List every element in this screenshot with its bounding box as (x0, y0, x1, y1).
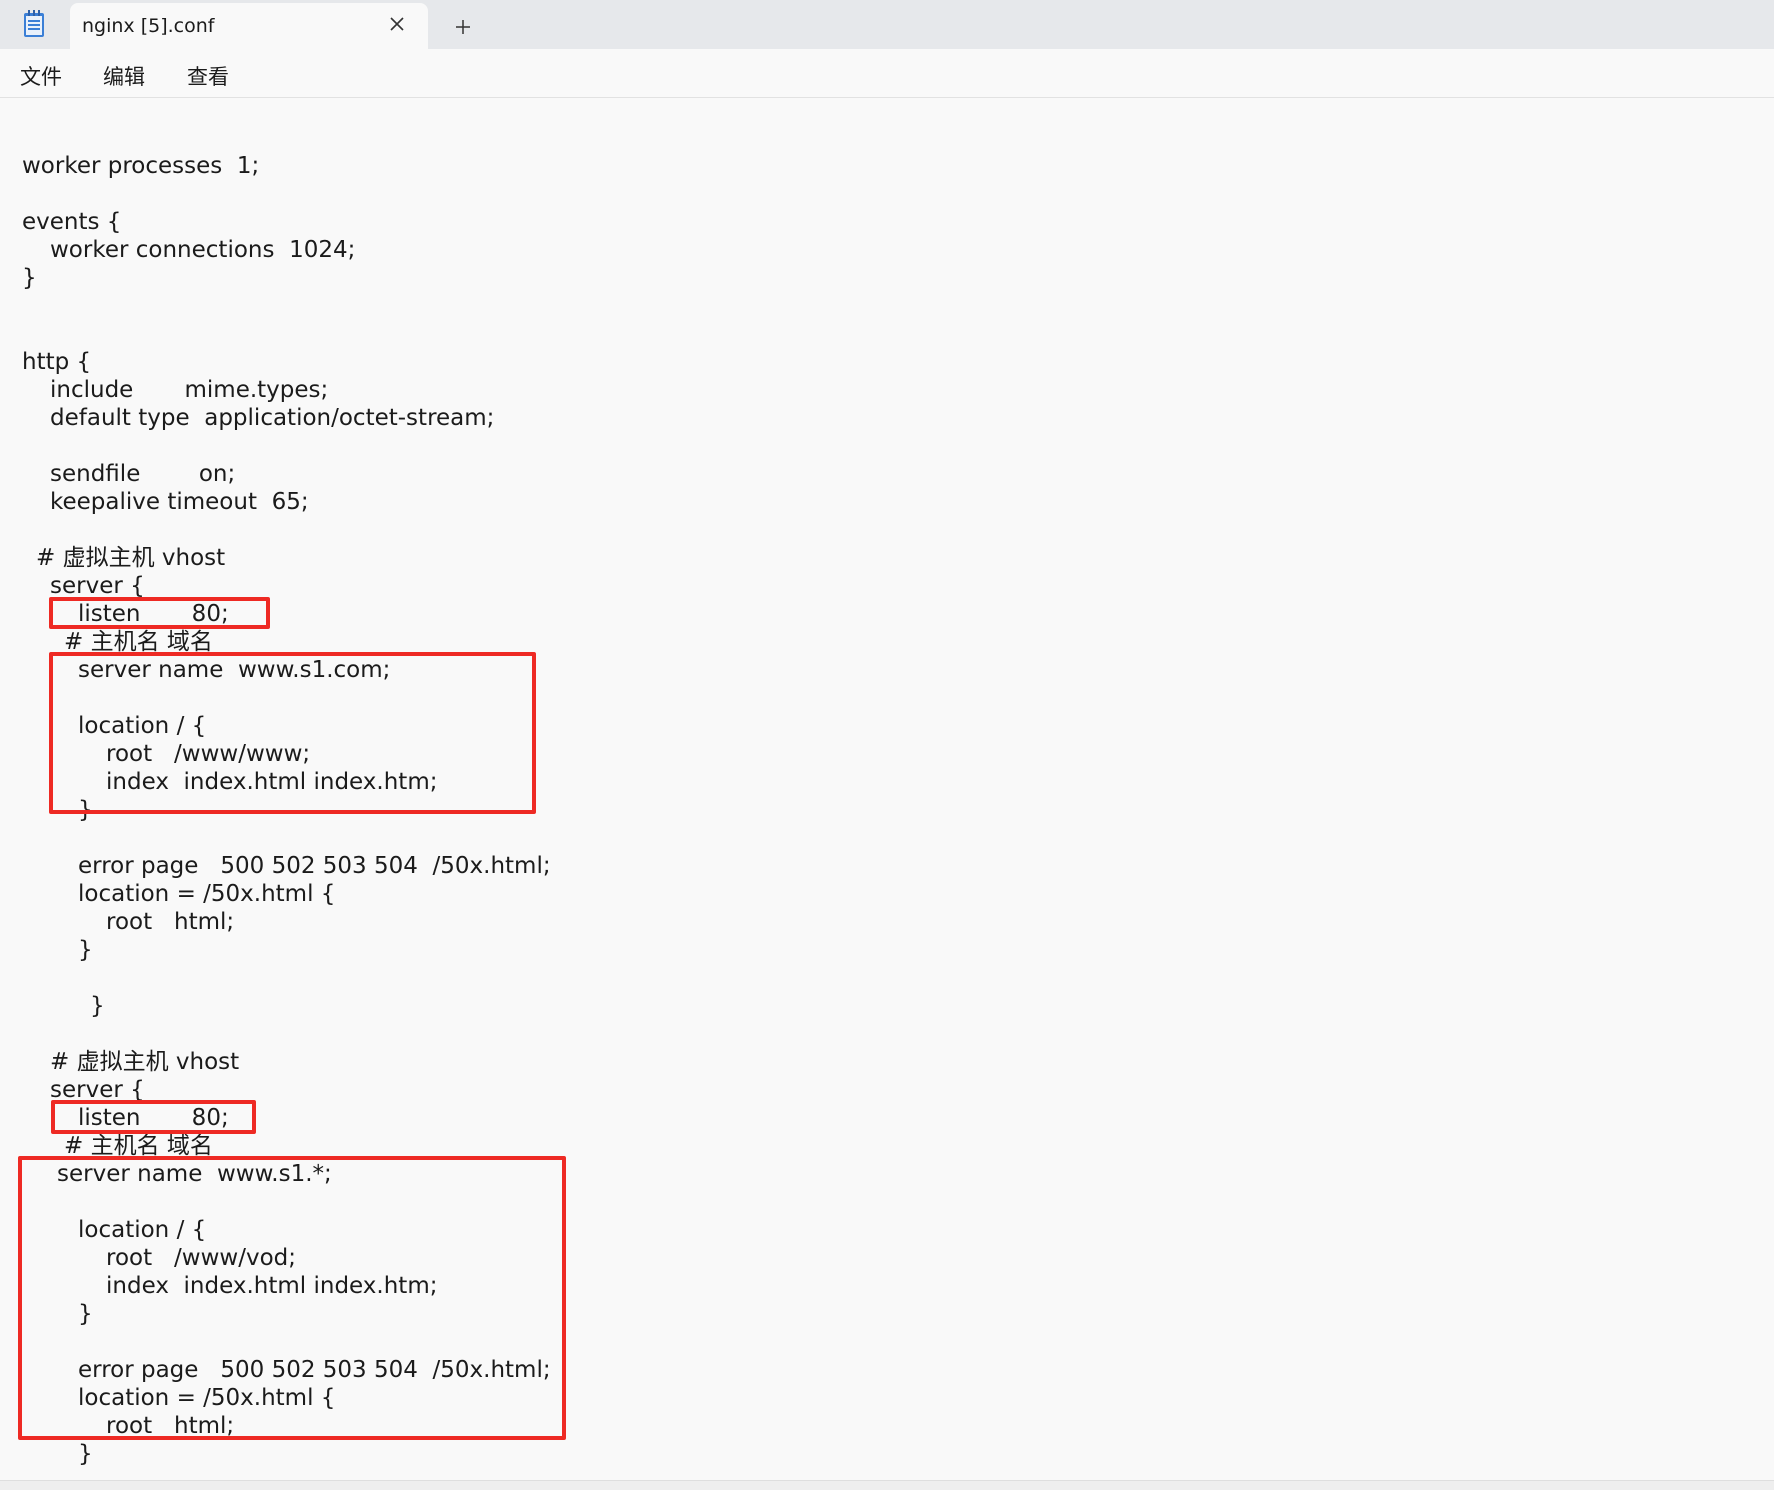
code-line: sendfile on; (50, 461, 236, 487)
menu-edit[interactable]: 编辑 (99, 59, 149, 93)
highlight-box-server-2 (18, 1156, 566, 1440)
code-line: } (78, 937, 93, 963)
code-line: root html; (106, 909, 235, 935)
menu-view[interactable]: 查看 (183, 59, 233, 93)
code-line: worker processes 1; (22, 153, 260, 179)
code-line: http { (22, 349, 92, 375)
code-line: } (78, 1441, 93, 1467)
menu-bar: 文件 编辑 查看 (0, 49, 1774, 98)
notepad-icon (22, 10, 46, 38)
code-line: server { (50, 573, 145, 599)
code-line: # 虚拟主机 vhost (36, 545, 226, 571)
title-bar: nginx [5].conf (0, 0, 1774, 49)
highlight-box-listen-2 (51, 1100, 256, 1134)
code-line: } (90, 993, 105, 1019)
code-line: worker connections 1024; (50, 237, 356, 263)
highlight-box-server-1 (49, 652, 536, 814)
code-line: keepalive timeout 65; (50, 489, 309, 515)
tab-title: nginx [5].conf (82, 15, 215, 37)
code-line: location = /50x.html { (78, 881, 336, 907)
file-tab[interactable]: nginx [5].conf (70, 3, 428, 49)
close-icon[interactable] (386, 13, 408, 35)
code-line: } (22, 265, 37, 291)
code-line: include mime.types; (50, 377, 329, 403)
highlight-box-listen-1 (49, 597, 270, 629)
plus-icon[interactable] (450, 14, 476, 40)
menu-file[interactable]: 文件 (16, 59, 66, 93)
code-line: events { (22, 209, 122, 235)
code-line: # 虚拟主机 vhost (50, 1049, 240, 1075)
code-line: default type application/octet-stream; (50, 405, 495, 431)
code-line: error page 500 502 503 504 /50x.html; (78, 853, 551, 879)
text-editor[interactable]: worker processes 1; events { worker conn… (0, 98, 1774, 1489)
